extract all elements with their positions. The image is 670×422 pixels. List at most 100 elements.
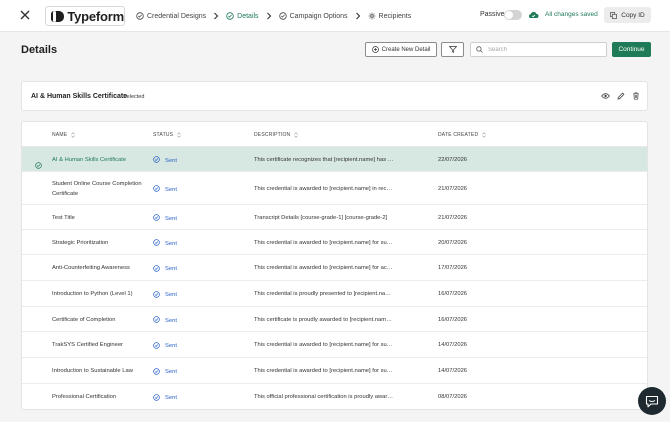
row-status-label: Sent	[165, 266, 177, 272]
row-status: Sent	[153, 264, 177, 274]
row-status: Sent	[153, 214, 177, 223]
row-status-label: Sent	[165, 395, 177, 401]
row-status-label: Sent	[165, 215, 177, 222]
copy-id-button[interactable]: Copy ID	[604, 7, 651, 23]
table-row[interactable]: Student Online Course Completion Certifi…	[22, 172, 647, 205]
sent-check-icon	[153, 341, 165, 351]
search-box[interactable]	[470, 42, 607, 57]
row-status: Sent	[153, 185, 177, 194]
row-name: Anti-Counterfeiting Awareness	[52, 265, 130, 271]
row-date-created: 14/07/2026	[438, 342, 468, 348]
eye-icon[interactable]	[601, 92, 610, 100]
row-date-created: 16/07/2026	[438, 291, 468, 297]
row-status: Sent	[153, 367, 177, 377]
search-input[interactable]	[488, 46, 598, 53]
row-description: This credential is awarded to [recipient…	[254, 368, 394, 374]
table-row[interactable]: TrakSYS Certified Engineer Sent This crede…	[22, 332, 647, 358]
sort-icon	[482, 132, 487, 138]
plus-circle-icon	[371, 46, 379, 53]
row-status: Sent	[153, 393, 177, 403]
trash-icon[interactable]	[632, 92, 640, 100]
filter-button[interactable]	[441, 42, 464, 57]
row-status-label: Sent	[165, 343, 177, 349]
pencil-icon[interactable]	[617, 92, 625, 100]
row-date-created: 20/07/2026	[438, 239, 468, 246]
selected-detail-card: AI & Human Skills Certificate Selected	[21, 81, 648, 111]
chat-bubble-icon	[645, 395, 659, 407]
row-date-created: 08/07/2026	[438, 394, 468, 400]
step-recipients[interactable]: Recipients	[368, 12, 412, 20]
continue-button[interactable]: Continue	[612, 42, 651, 57]
row-description: This certificate recognizes that [recipi…	[254, 156, 394, 163]
sent-check-icon	[153, 185, 165, 194]
row-date-created: 14/07/2026	[438, 368, 468, 374]
table-row[interactable]: Introduction to Python (Level 1) Sent This…	[22, 281, 647, 307]
step-label: Recipients	[378, 12, 412, 20]
step-label: Credential Designs	[147, 12, 207, 20]
row-name: AI & Human Skills Certificate	[52, 156, 127, 163]
sort-icon	[177, 132, 181, 138]
step-campaign-options[interactable]: Campaign Options	[278, 12, 348, 20]
typeform-logo: Typeform	[45, 6, 125, 26]
filter-icon	[448, 46, 457, 53]
copy-id-label: Copy ID	[621, 11, 645, 19]
step-label: Campaign Options	[289, 12, 348, 20]
step-credential-designs[interactable]: Credential Designs	[136, 12, 206, 20]
check-circle-icon	[226, 12, 234, 20]
sent-check-icon	[153, 214, 165, 223]
chevron-right-icon	[214, 12, 219, 20]
row-description: This credential is awarded to [recipient…	[254, 239, 394, 246]
row-description: This credential is awarded to [recipient…	[254, 265, 394, 271]
passive-toggle[interactable]	[504, 10, 522, 20]
table-row[interactable]: Test Title Sent Transcript Details [course…	[22, 205, 647, 230]
table-row[interactable]: Strategic Prioritization Sent This credent…	[22, 230, 647, 255]
column-header-status[interactable]: STATUS	[153, 132, 181, 138]
row-name: Strategic Prioritization	[52, 239, 109, 246]
step-label: Details	[237, 12, 259, 20]
selected-badge: Selected	[123, 94, 145, 100]
row-description: This official professional certification…	[254, 394, 394, 400]
logo-text: Typeform	[67, 8, 124, 24]
table-row[interactable]: Certificate of Completion Sent This certif…	[22, 307, 647, 332]
search-icon	[476, 46, 483, 53]
sent-check-icon	[153, 156, 165, 165]
column-header-description[interactable]: DESCRIPTION	[254, 132, 299, 138]
close-icon[interactable]	[19, 9, 31, 21]
column-header-name[interactable]: NAME	[52, 132, 75, 138]
check-circle-icon	[136, 12, 144, 20]
row-name: Introduction to Python (Level 1)	[52, 291, 133, 297]
column-header-date-created[interactable]: DATE CREATED	[438, 132, 487, 138]
row-status: Sent	[153, 290, 177, 300]
top-bar: Typeform Credential Designs Details Camp…	[0, 0, 670, 32]
row-description: Transcript Details [course-grade-1] [cou…	[254, 214, 388, 221]
cloud-check-icon	[528, 12, 539, 19]
create-new-detail-label: Create New Detail	[381, 46, 431, 53]
create-new-detail-button[interactable]: Create New Detail	[365, 42, 437, 57]
sent-check-icon	[153, 393, 165, 403]
table-header: NAME STATUS DESCRIPTION DATE CREATED	[22, 122, 647, 147]
sent-check-icon	[153, 367, 165, 377]
row-date-created: 22/07/2026	[438, 156, 468, 163]
save-status: All changes saved	[545, 11, 598, 18]
table-row[interactable]: Introduction to Sustainable Law Sent This …	[22, 358, 647, 384]
table-row[interactable]: AI & Human Skills Certificate Sent This ce…	[22, 147, 647, 172]
row-description: This credential is proudly presented to …	[254, 291, 394, 297]
row-status-label: Sent	[165, 292, 177, 298]
chat-support-button[interactable]	[638, 387, 666, 415]
row-name: Student Online Course Completion Certifi…	[52, 181, 142, 197]
stepper: Credential Designs Details Campaign Opti…	[136, 0, 411, 32]
row-status-label: Sent	[165, 240, 177, 247]
row-date-created: 16/07/2026	[438, 316, 468, 323]
row-date-created: 17/07/2026	[438, 265, 468, 271]
table-row[interactable]: Anti-Counterfeiting Awareness Sent This cr…	[22, 255, 647, 281]
sort-icon	[294, 132, 299, 138]
step-details[interactable]: Details	[226, 12, 259, 20]
row-name: Professional Certification	[52, 394, 117, 400]
table-row[interactable]: Professional Certification Sent This offic…	[22, 384, 647, 409]
selected-detail-title: AI & Human Skills Certificate	[31, 93, 128, 100]
copy-icon	[610, 11, 618, 19]
row-description: This certificate is proudly awarded to […	[254, 316, 394, 323]
check-circle-icon	[278, 12, 287, 20]
row-status: Sent	[153, 341, 177, 351]
sent-check-icon	[153, 239, 165, 248]
